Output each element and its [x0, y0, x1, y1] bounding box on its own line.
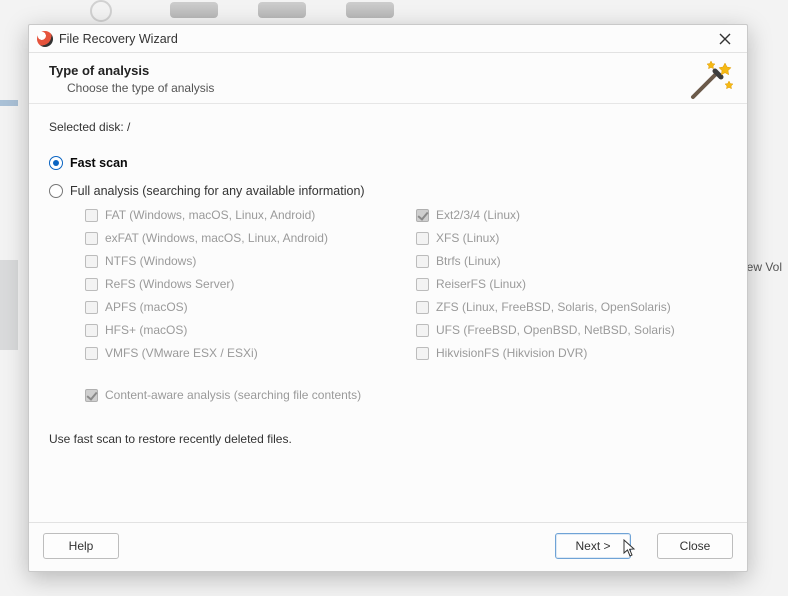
fs-exfat-checkbox: [85, 232, 98, 245]
page-subtitle: Choose the type of analysis: [67, 81, 727, 95]
hint-text: Use fast scan to restore recently delete…: [49, 432, 727, 446]
fs-zfs-label: ZFS (Linux, FreeBSD, Solaris, OpenSolari…: [436, 300, 671, 314]
titlebar: File Recovery Wizard: [29, 25, 747, 53]
fs-refs-checkbox: [85, 278, 98, 291]
wizard-body: Selected disk: / Fast scan Full analysis…: [29, 104, 747, 522]
fs-reiserfs-label: ReiserFS (Linux): [436, 277, 526, 291]
fs-ufs-checkbox: [416, 324, 429, 337]
page-title: Type of analysis: [49, 63, 727, 78]
fs-ntfs-label: NTFS (Windows): [105, 254, 196, 268]
fs-ext-label: Ext2/3/4 (Linux): [436, 208, 520, 222]
wizard-wand-icon: [687, 57, 735, 101]
fs-hikvision-checkbox: [416, 347, 429, 360]
fs-apfs-label: APFS (macOS): [105, 300, 188, 314]
fs-hikvision-label: HikvisionFS (Hikvision DVR): [436, 346, 587, 360]
wizard-footer: Help Next > Close: [29, 522, 747, 571]
fs-btrfs-checkbox: [416, 255, 429, 268]
fs-reiserfs: ReiserFS (Linux): [416, 277, 727, 291]
content-aware-label: Content-aware analysis (searching file c…: [105, 388, 361, 402]
fs-hfsplus-checkbox: [85, 324, 98, 337]
close-icon[interactable]: [707, 27, 743, 51]
fs-refs: ReFS (Windows Server): [85, 277, 396, 291]
fs-ufs-label: UFS (FreeBSD, OpenBSD, NetBSD, Solaris): [436, 323, 675, 337]
fs-vmfs-checkbox: [85, 347, 98, 360]
fs-ext: Ext2/3/4 (Linux): [416, 208, 727, 222]
fs-fat-label: FAT (Windows, macOS, Linux, Android): [105, 208, 315, 222]
fs-ntfs-checkbox: [85, 255, 98, 268]
bg-stripe-2: [0, 260, 18, 350]
fs-ext-checkbox: [416, 209, 429, 222]
radio-fast-scan-input[interactable]: [49, 156, 63, 170]
fs-btrfs-label: Btrfs (Linux): [436, 254, 501, 268]
wizard-header: Type of analysis Choose the type of anal…: [29, 53, 747, 104]
fs-ufs: UFS (FreeBSD, OpenBSD, NetBSD, Solaris): [416, 323, 727, 337]
fs-xfs: XFS (Linux): [416, 231, 727, 245]
next-button[interactable]: Next >: [555, 533, 631, 559]
fs-apfs-checkbox: [85, 301, 98, 314]
filesystem-grid: FAT (Windows, macOS, Linux, Android) Ext…: [85, 208, 727, 360]
radio-full-analysis-label: Full analysis (searching for any availab…: [70, 184, 365, 198]
close-button[interactable]: Close: [657, 533, 733, 559]
bg-stripe: [0, 100, 18, 106]
fs-exfat-label: exFAT (Windows, macOS, Linux, Android): [105, 231, 328, 245]
fs-vmfs: VMFS (VMware ESX / ESXi): [85, 346, 396, 360]
app-icon: [37, 31, 53, 47]
fs-apfs: APFS (macOS): [85, 300, 396, 314]
fs-ntfs: NTFS (Windows): [85, 254, 396, 268]
wizard-dialog: File Recovery Wizard Type of analysis Ch…: [28, 24, 748, 572]
fs-fat-checkbox: [85, 209, 98, 222]
cursor-icon: [623, 539, 639, 557]
fs-zfs: ZFS (Linux, FreeBSD, Solaris, OpenSolari…: [416, 300, 727, 314]
fs-fat: FAT (Windows, macOS, Linux, Android): [85, 208, 396, 222]
radio-full-analysis-input[interactable]: [49, 184, 63, 198]
fs-vmfs-label: VMFS (VMware ESX / ESXi): [105, 346, 258, 360]
fs-hfsplus-label: HFS+ (macOS): [105, 323, 187, 337]
fs-zfs-checkbox: [416, 301, 429, 314]
content-aware-checkbox: [85, 389, 98, 402]
fs-btrfs: Btrfs (Linux): [416, 254, 727, 268]
fs-xfs-checkbox: [416, 232, 429, 245]
fs-hfsplus: HFS+ (macOS): [85, 323, 396, 337]
radio-fast-scan-label: Fast scan: [70, 156, 128, 170]
content-aware-row: Content-aware analysis (searching file c…: [85, 388, 727, 402]
fs-exfat: exFAT (Windows, macOS, Linux, Android): [85, 231, 396, 245]
selected-disk-label: Selected disk: /: [49, 120, 727, 134]
help-button[interactable]: Help: [43, 533, 119, 559]
fs-hikvision: HikvisionFS (Hikvision DVR): [416, 346, 727, 360]
bg-volume-label: ew Vol: [747, 260, 782, 274]
window-title: File Recovery Wizard: [59, 32, 707, 46]
fs-refs-label: ReFS (Windows Server): [105, 277, 234, 291]
fs-xfs-label: XFS (Linux): [436, 231, 499, 245]
radio-fast-scan[interactable]: Fast scan: [49, 156, 727, 170]
bg-disk-row: [70, 2, 394, 18]
radio-full-analysis[interactable]: Full analysis (searching for any availab…: [49, 184, 727, 198]
fs-reiserfs-checkbox: [416, 278, 429, 291]
